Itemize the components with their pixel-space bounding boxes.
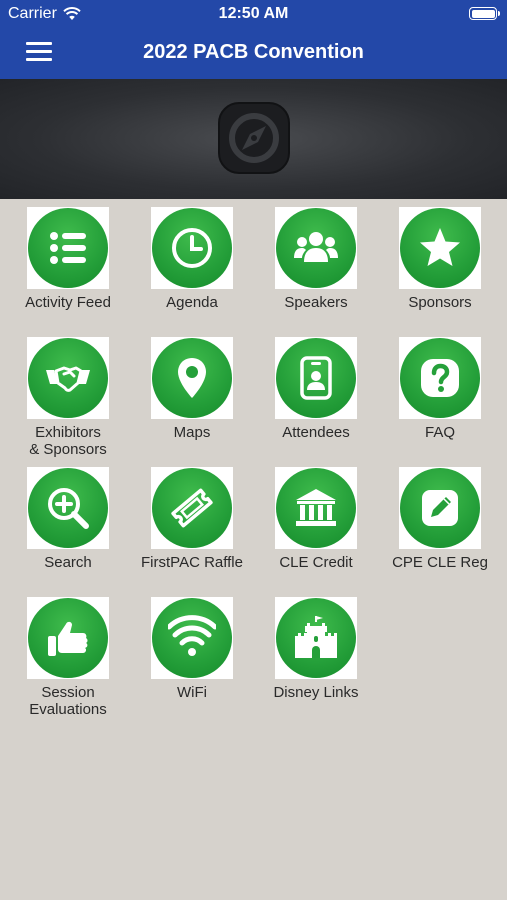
compass-logo-icon (218, 102, 290, 174)
tile-agenda[interactable]: Agenda (130, 199, 254, 327)
tile-firstpac-raffle[interactable]: FirstPAC Raffle (130, 459, 254, 587)
tile-label: Session Evaluations (29, 684, 107, 718)
tile-label: CLE Credit (279, 554, 353, 571)
page-title: 2022 PACB Convention (143, 41, 364, 63)
tile-session-evaluations[interactable]: Session Evaluations (6, 589, 130, 718)
tile-label: Disney Links (273, 684, 359, 701)
tile-sponsors[interactable]: Sponsors (378, 199, 502, 327)
tile-label: FAQ (424, 424, 455, 441)
status-time: 12:50 AM (218, 5, 289, 22)
tile-label: FirstPAC Raffle (141, 554, 243, 571)
bank-icon (276, 468, 356, 548)
castle-icon (276, 598, 356, 678)
badge-icon (276, 338, 356, 418)
tile-label: Speakers (284, 294, 348, 311)
battery-icon (469, 7, 500, 20)
clock-icon (152, 208, 232, 288)
tile-label: Activity Feed (25, 294, 111, 311)
group-icon (276, 208, 356, 288)
top-bar: Carrier 12:50 AM 2022 PACB Convention (0, 0, 507, 79)
tile-label: Exhibitors & Sponsors (29, 424, 107, 458)
tile-label: Maps (173, 424, 211, 441)
ticket-icon (152, 468, 232, 548)
tile-speakers[interactable]: Speakers (254, 199, 378, 327)
tile-label: Sponsors (408, 294, 472, 311)
status-bar: Carrier 12:50 AM (0, 0, 507, 28)
tile-attendees[interactable]: Attendees (254, 329, 378, 457)
tile-activity-feed[interactable]: Activity Feed (6, 199, 130, 327)
banner (0, 79, 507, 199)
tile-label: Attendees (282, 424, 350, 441)
tile-label: WiFi (177, 684, 207, 701)
wifi-icon (152, 598, 232, 678)
thumbs-up-icon (28, 598, 108, 678)
handshake-icon (28, 338, 108, 418)
list-icon (28, 208, 108, 288)
zoom-in-icon (28, 468, 108, 548)
tile-maps[interactable]: Maps (130, 329, 254, 457)
tile-label: CPE CLE Reg (392, 554, 488, 571)
tile-label: Agenda (166, 294, 218, 311)
tile-faq[interactable]: FAQ (378, 329, 502, 457)
edit-icon (400, 468, 480, 548)
tile-wifi[interactable]: WiFi (130, 589, 254, 717)
map-pin-icon (152, 338, 232, 418)
tile-label: Search (44, 554, 92, 571)
nav-bar: 2022 PACB Convention (0, 28, 507, 79)
star-icon (400, 208, 480, 288)
tile-exhibitors-sponsors[interactable]: Exhibitors & Sponsors (6, 329, 130, 458)
tile-search[interactable]: Search (6, 459, 130, 587)
tile-cpe-cle-reg[interactable]: CPE CLE Reg (378, 459, 502, 587)
question-icon (400, 338, 480, 418)
tile-cle-credit[interactable]: CLE Credit (254, 459, 378, 587)
tile-disney-links[interactable]: Disney Links (254, 589, 378, 717)
